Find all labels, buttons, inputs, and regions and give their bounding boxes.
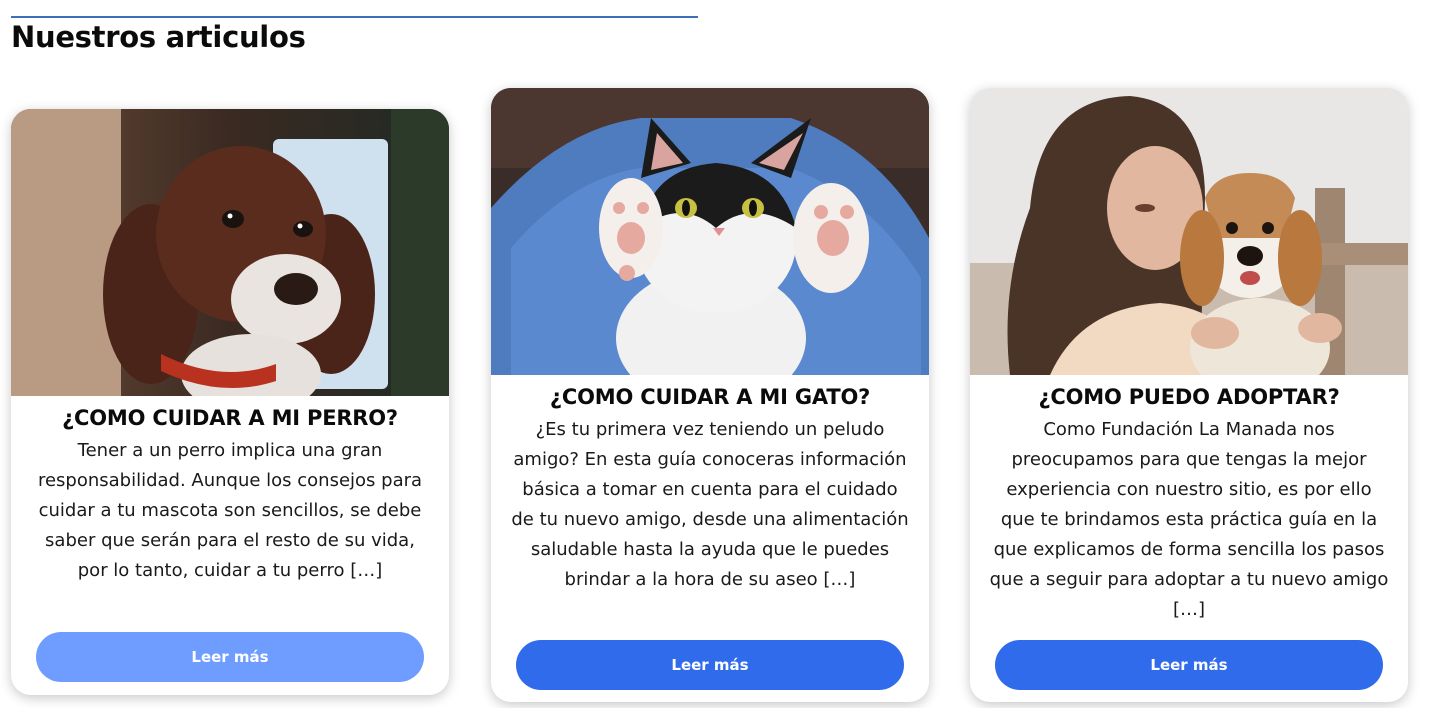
card-title: ¿COMO PUEDO ADOPTAR?: [1038, 385, 1340, 409]
article-card-perro: ¿COMO CUIDAR A MI PERRO? Tener a un perr…: [11, 109, 449, 695]
read-more-button[interactable]: Leer más: [36, 632, 424, 682]
read-more-button[interactable]: Leer más: [516, 640, 904, 690]
article-card-gato: ¿COMO CUIDAR A MI GATO? ¿Es tu primera v…: [491, 88, 929, 702]
article-card-adoptar: ¿COMO PUEDO ADOPTAR? Como Fundación La M…: [970, 88, 1408, 702]
card-excerpt: Como Fundación La Manada nos preocupamos…: [989, 419, 1389, 620]
card-title: ¿COMO CUIDAR A MI GATO?: [549, 385, 871, 409]
puppy-photo[interactable]: [11, 109, 449, 396]
section-divider: [11, 16, 698, 18]
card-excerpt: Tener a un perro implica una gran respon…: [37, 440, 423, 581]
section-title: Nuestros articulos: [11, 20, 306, 54]
read-more-button[interactable]: Leer más: [995, 640, 1383, 690]
woman-with-beagle-photo[interactable]: [970, 88, 1408, 375]
card-excerpt: ¿Es tu primera vez teniendo un peludo am…: [511, 419, 909, 590]
card-title: ¿COMO CUIDAR A MI PERRO?: [62, 406, 398, 430]
kitten-photo[interactable]: [491, 88, 929, 375]
